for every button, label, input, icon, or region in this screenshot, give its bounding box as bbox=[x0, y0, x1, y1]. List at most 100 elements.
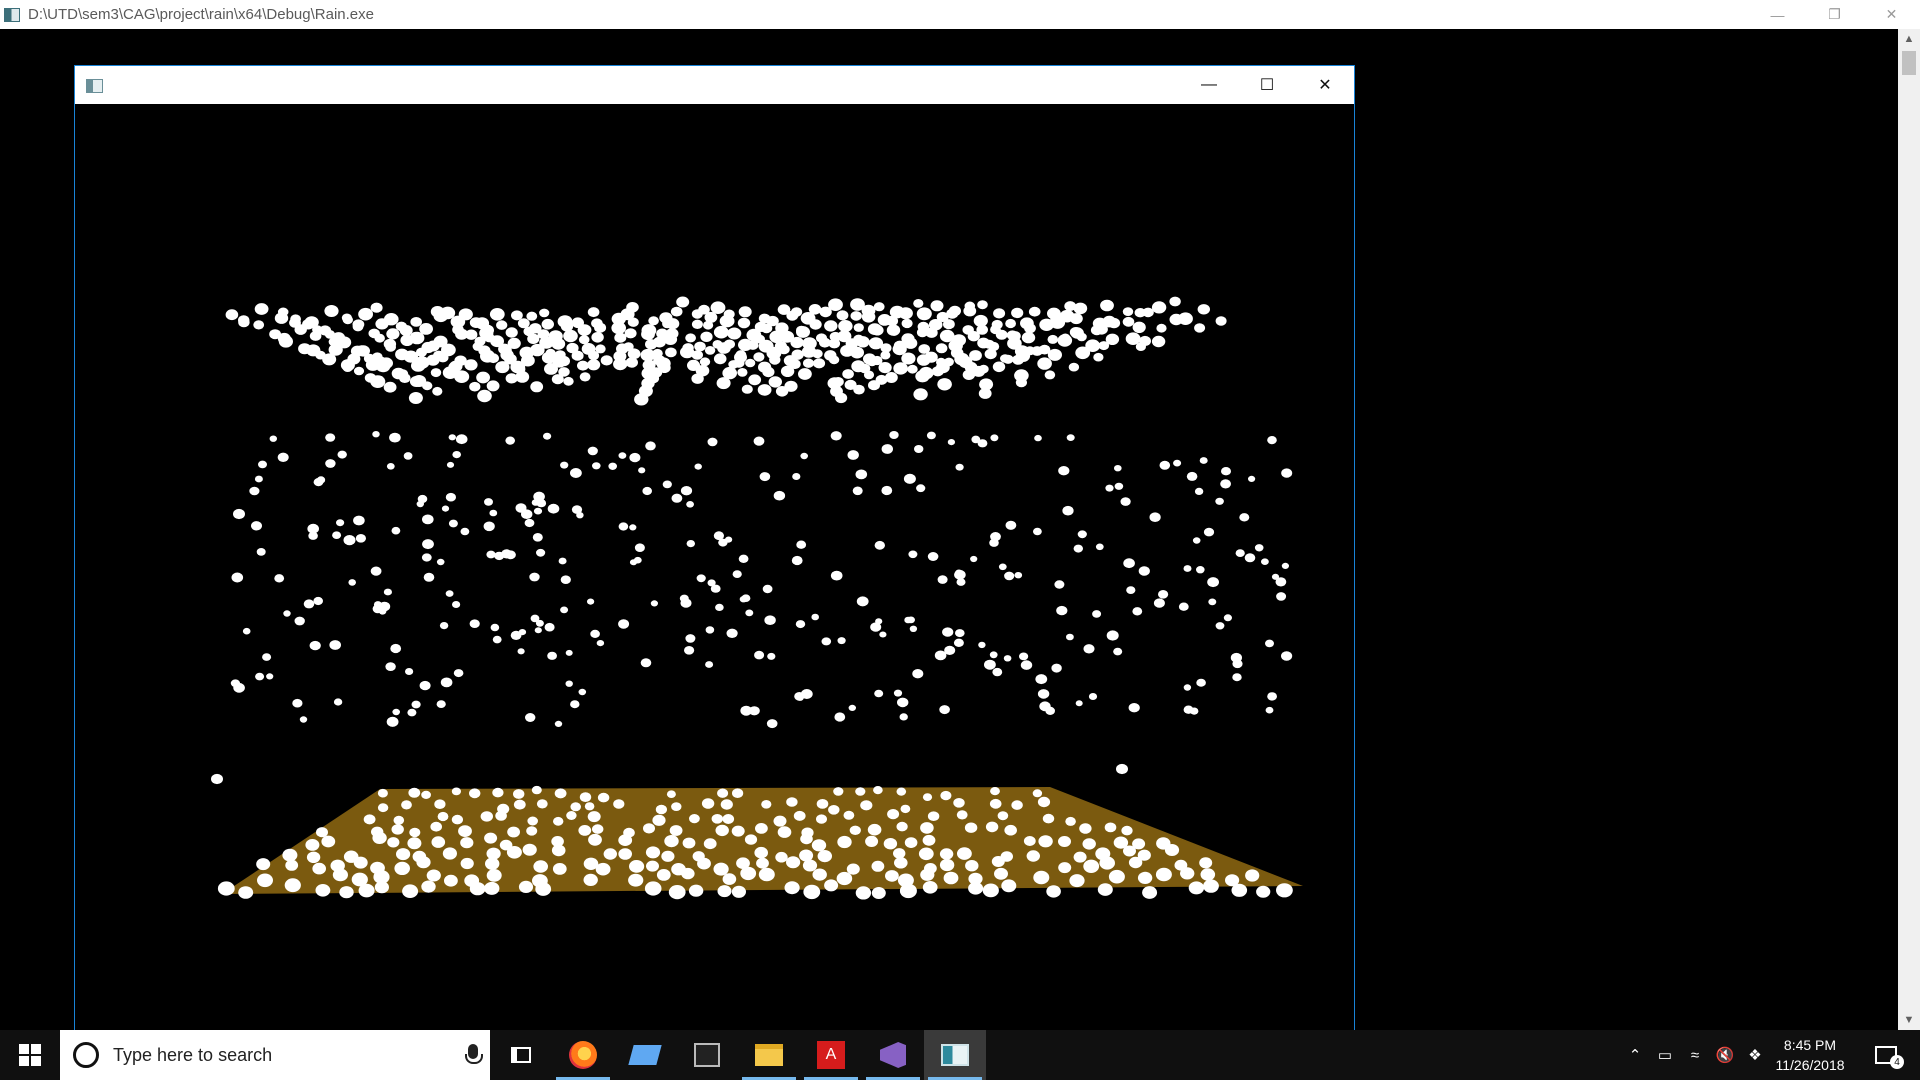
taskbar-clock[interactable]: 8:45 PM 11/26/2018 bbox=[1760, 1030, 1860, 1080]
rain-drop bbox=[517, 648, 525, 655]
rain-drop bbox=[956, 578, 966, 586]
rain-drop bbox=[597, 792, 610, 803]
battery-icon[interactable]: ▭ bbox=[1650, 1030, 1680, 1080]
rain-drop bbox=[705, 661, 714, 668]
rain-drop bbox=[1004, 824, 1017, 836]
taskbar-file-explorer[interactable] bbox=[738, 1030, 800, 1080]
volume-muted-icon[interactable]: 🔇 bbox=[1710, 1030, 1740, 1080]
task-view-button[interactable] bbox=[490, 1030, 552, 1080]
rain-drop bbox=[1058, 466, 1070, 476]
console-close-button[interactable]: ✕ bbox=[1863, 0, 1920, 29]
rain-drop bbox=[526, 311, 538, 321]
wifi-icon[interactable]: ≈ bbox=[1680, 1030, 1710, 1080]
rain-drop bbox=[618, 522, 629, 531]
rain-drop bbox=[1120, 497, 1131, 506]
gl-minimize-button[interactable]: — bbox=[1180, 66, 1238, 104]
rain-drop bbox=[1012, 354, 1024, 365]
rain-drop bbox=[312, 862, 326, 875]
rain-drop bbox=[524, 518, 535, 528]
scroll-up-arrow-icon[interactable]: ▲ bbox=[1898, 29, 1920, 49]
rain-render-canvas[interactable] bbox=[75, 104, 1354, 1031]
rain-drop bbox=[1085, 339, 1101, 352]
rain-drop bbox=[1156, 323, 1167, 333]
taskbar-acrobat[interactable]: A bbox=[800, 1030, 862, 1080]
rain-drop bbox=[613, 799, 625, 809]
console-scrollbar[interactable]: ▲ ▼ bbox=[1898, 29, 1920, 1030]
rain-drop bbox=[1019, 652, 1029, 661]
rain-drop bbox=[332, 332, 346, 344]
rain-drop bbox=[1073, 544, 1083, 553]
rain-drop bbox=[927, 811, 940, 821]
rain-drop bbox=[842, 369, 854, 379]
rain-drop bbox=[1239, 513, 1250, 522]
console-minimize-button[interactable]: — bbox=[1749, 0, 1806, 29]
rain-drop bbox=[505, 327, 518, 338]
rain-drop bbox=[372, 431, 380, 438]
rain-drop bbox=[444, 874, 458, 887]
rain-drop bbox=[277, 452, 289, 462]
rain-drop bbox=[662, 480, 672, 489]
taskbar-command-prompt[interactable] bbox=[676, 1030, 738, 1080]
rain-drop bbox=[761, 800, 772, 809]
scroll-thumb[interactable] bbox=[1902, 51, 1916, 75]
show-hidden-icons-chevron-icon[interactable]: ⌃ bbox=[1620, 1030, 1650, 1080]
rain-drop bbox=[1244, 553, 1256, 563]
taskbar-rain-app[interactable] bbox=[924, 1030, 986, 1080]
rain-drop bbox=[455, 434, 468, 445]
rain-drop bbox=[656, 869, 671, 881]
rain-drop bbox=[713, 862, 729, 876]
rain-drop bbox=[1105, 333, 1120, 345]
rain-drop bbox=[887, 809, 900, 820]
rain-drop bbox=[748, 706, 760, 716]
gl-window-titlebar[interactable]: — ☐ ✕ bbox=[75, 66, 1354, 104]
rain-drop bbox=[691, 373, 704, 384]
rain-drop bbox=[855, 787, 866, 796]
rain-drop bbox=[892, 343, 907, 356]
rain-drop bbox=[535, 882, 552, 896]
rain-drop bbox=[629, 452, 641, 463]
microphone-icon[interactable] bbox=[465, 1044, 483, 1064]
rain-drop bbox=[796, 540, 807, 549]
rain-drop bbox=[901, 318, 913, 329]
rain-drop bbox=[648, 316, 659, 326]
rain-drop bbox=[625, 357, 638, 368]
rain-drop bbox=[441, 343, 456, 357]
rain-drop bbox=[256, 858, 271, 871]
rain-drop bbox=[560, 575, 571, 584]
rain-drop bbox=[577, 324, 592, 336]
rain-drop bbox=[811, 839, 827, 852]
taskbar-firefox[interactable] bbox=[552, 1030, 614, 1080]
rain-drop bbox=[668, 885, 686, 900]
rain-drop bbox=[777, 826, 792, 838]
rain-drop bbox=[477, 389, 492, 403]
rain-drop bbox=[1265, 639, 1274, 648]
rain-drop bbox=[748, 374, 762, 386]
start-button[interactable] bbox=[0, 1030, 60, 1080]
rain-drop bbox=[321, 835, 336, 848]
rain-drop bbox=[1215, 622, 1225, 630]
rain-drop bbox=[1281, 468, 1293, 478]
rain-drop bbox=[484, 498, 493, 506]
action-center-button[interactable]: 4 bbox=[1866, 1030, 1906, 1080]
rain-drop bbox=[492, 787, 504, 798]
taskbar-search-box[interactable]: Type here to search bbox=[60, 1030, 490, 1080]
rain-drop bbox=[518, 629, 527, 636]
console-restore-button[interactable]: ❐ bbox=[1806, 0, 1863, 29]
rain-drop bbox=[984, 348, 997, 360]
scroll-down-arrow-icon[interactable]: ▼ bbox=[1898, 1010, 1920, 1030]
rain-gl-window[interactable]: — ☐ ✕ bbox=[74, 65, 1355, 1031]
gl-close-button[interactable]: ✕ bbox=[1296, 66, 1354, 104]
rain-drop bbox=[522, 843, 537, 856]
taskbar-remote-desktop[interactable] bbox=[614, 1030, 676, 1080]
rain-drop bbox=[1051, 663, 1062, 673]
rain-drop bbox=[1139, 335, 1151, 347]
rain-drop bbox=[231, 572, 244, 583]
rain-drop bbox=[629, 524, 637, 531]
rain-drop bbox=[408, 787, 421, 798]
gl-maximize-button[interactable]: ☐ bbox=[1238, 66, 1296, 104]
rain-drop bbox=[486, 869, 502, 882]
rain-drop bbox=[374, 881, 389, 894]
rain-drop bbox=[434, 799, 446, 809]
rain-drop bbox=[813, 358, 826, 369]
taskbar-visual-studio[interactable] bbox=[862, 1030, 924, 1080]
